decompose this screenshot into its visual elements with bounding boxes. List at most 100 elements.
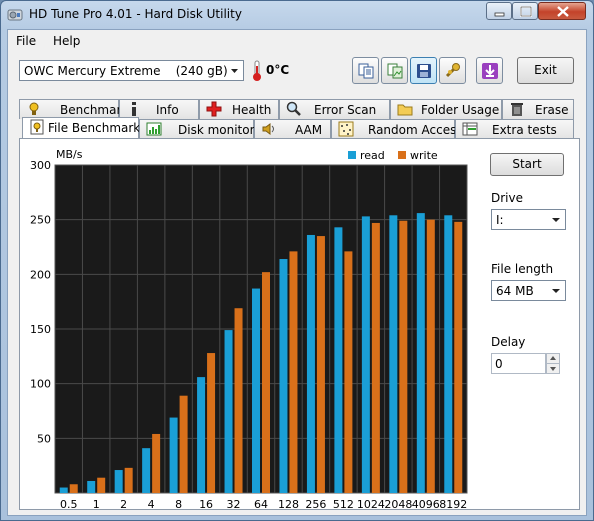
file-length-combo[interactable]: 64 MB — [491, 280, 566, 301]
drive-combo[interactable]: I: — [491, 209, 566, 230]
save-button[interactable] — [410, 57, 437, 84]
bar-read — [114, 470, 123, 493]
delay-label: Delay — [491, 335, 526, 349]
health-cross-icon — [206, 101, 222, 117]
exit-button[interactable]: Exit — [517, 57, 574, 84]
y-tick-label: 50 — [37, 432, 51, 445]
tab-info[interactable]: Info — [119, 99, 199, 119]
bar-write — [344, 251, 353, 493]
chevron-down-icon — [552, 289, 560, 293]
bar-read — [416, 213, 425, 493]
x-tick-label: 2048 — [384, 498, 412, 509]
tab-disk-monitor[interactable]: Disk monitor — [139, 119, 255, 139]
x-tick-label: 8192 — [439, 498, 467, 509]
folder-icon — [397, 104, 413, 116]
y-tick-label: 150 — [30, 323, 51, 336]
x-tick-label: 4 — [148, 498, 155, 509]
tab-erase[interactable]: Erase — [502, 99, 574, 119]
tab-extra-tests[interactable]: Extra tests — [455, 119, 574, 139]
options-button[interactable] — [439, 57, 466, 84]
bar-write — [97, 477, 106, 493]
menu-bar: File Help — [8, 30, 586, 52]
tab-file-benchmark[interactable]: File Benchmark — [22, 117, 141, 139]
maximize-button[interactable] — [512, 2, 538, 20]
legend-label-read: read — [360, 149, 385, 162]
legend-label-write: write — [410, 149, 438, 162]
start-button[interactable]: Start — [490, 153, 564, 176]
floppy-disk-icon — [417, 64, 431, 78]
client-area: File Help OWC Mercury Extreme (240 gB) 0… — [7, 29, 587, 516]
info-icon — [132, 102, 136, 116]
tab-error-scan-label: Error Scan — [314, 103, 377, 117]
tab-file-benchmark-label: File Benchmark — [48, 121, 141, 135]
minimize-button[interactable] — [486, 2, 512, 20]
bar-read — [224, 330, 233, 493]
random-access-icon — [338, 121, 354, 137]
legend-swatch-write — [398, 151, 406, 159]
drive-selector[interactable]: OWC Mercury Extreme (240 gB) — [19, 60, 244, 81]
close-icon — [557, 6, 569, 17]
menu-file[interactable]: File — [16, 34, 36, 48]
delay-spinner[interactable] — [546, 353, 560, 374]
close-button[interactable] — [538, 2, 586, 20]
bar-read — [444, 215, 453, 493]
y-tick-label: 300 — [30, 159, 51, 172]
benchmark-icon — [29, 102, 39, 115]
copy-image-icon — [387, 63, 403, 79]
bar-write — [399, 220, 408, 493]
download-button[interactable] — [476, 57, 503, 84]
bar-write — [207, 353, 216, 493]
bar-read — [334, 227, 343, 493]
disk-monitor-icon — [146, 122, 162, 136]
tab-aam[interactable]: AAM — [254, 119, 331, 139]
tab-health-label: Health — [232, 103, 272, 117]
x-tick-label: 1024 — [357, 498, 385, 509]
x-tick-label: 0.5 — [60, 498, 78, 509]
chevron-down-icon — [231, 69, 238, 73]
y-tick-label: 200 — [30, 268, 51, 281]
app-icon — [7, 9, 23, 21]
bar-read — [252, 288, 260, 493]
copy-info-button[interactable] — [352, 57, 379, 84]
bar-read — [59, 487, 68, 493]
bar-read — [169, 417, 178, 493]
tab-benchmark[interactable]: Benchmark — [19, 99, 128, 119]
menu-help[interactable]: Help — [53, 34, 80, 48]
file-length-label: File length — [491, 262, 554, 276]
x-tick-label: 2 — [120, 498, 127, 509]
tab-health[interactable]: Health — [199, 99, 279, 119]
tab-erase-label: Erase — [535, 103, 569, 117]
download-arrow-icon — [482, 63, 498, 79]
tab-info-label: Info — [156, 103, 179, 117]
bar-read — [197, 377, 206, 493]
copy-icon — [358, 63, 374, 79]
temperature-readout: 0°C — [266, 63, 290, 77]
bar-read — [279, 259, 288, 493]
tab-folder-usage-label: Folder Usage — [421, 103, 500, 117]
drive-label: Drive — [491, 191, 523, 205]
title-bar: HD Tune Pro 4.01 - Hard Disk Utility — [1, 1, 593, 29]
x-tick-label: 128 — [278, 498, 299, 509]
x-tick-label: 512 — [333, 498, 354, 509]
bar-write — [289, 251, 298, 493]
delay-input[interactable]: 0 — [491, 353, 546, 374]
maximize-icon — [520, 6, 532, 17]
x-tick-label: 4096 — [412, 498, 440, 509]
bar-write — [426, 219, 435, 493]
bar-read — [389, 215, 398, 493]
file-benchmark-panel: 50 100 150 200 250 300 MB/s 0.5 1 2 4 8 16 32 64 128 256… — [19, 138, 580, 510]
bar-write — [124, 467, 133, 493]
benchmark-chart: 50 100 150 200 250 300 MB/s 0.5 1 2 4 8 16 32 64 128 256… — [30, 148, 468, 509]
copy-screenshot-button[interactable] — [381, 57, 408, 84]
tab-folder-usage[interactable]: Folder Usage — [390, 99, 502, 119]
x-tick-label: 8 — [175, 498, 182, 509]
file-length-value: 64 MB — [496, 284, 534, 298]
legend-swatch-read — [348, 151, 356, 159]
drive-combo-value: I: — [496, 213, 504, 227]
tab-random-access[interactable]: Random Access — [331, 119, 463, 139]
x-tick-label: 1 — [93, 498, 100, 509]
bar-write — [316, 236, 325, 494]
bar-write — [262, 272, 270, 493]
tab-error-scan[interactable]: Error Scan — [279, 99, 390, 119]
x-tick-label: 16 — [199, 498, 213, 509]
